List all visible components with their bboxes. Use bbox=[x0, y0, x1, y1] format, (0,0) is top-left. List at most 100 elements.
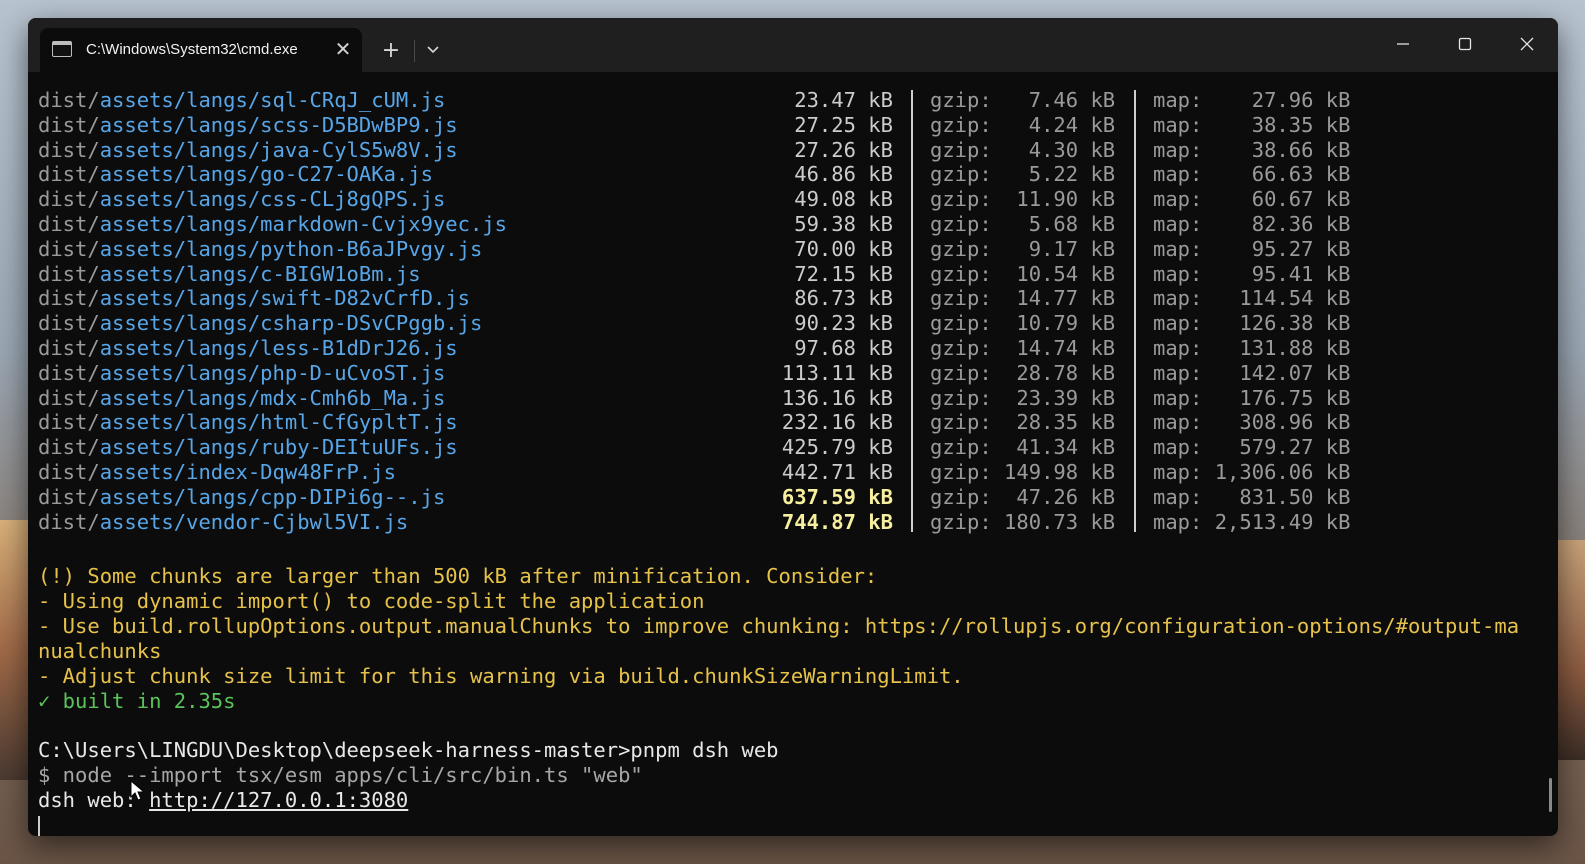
build-output-row: dist/assets/langs/go-C27-OAKa.js bbox=[38, 162, 433, 187]
console-output[interactable]: dist/assets/langs/sql-CRqJ_cUM.js 23.47 k… bbox=[38, 78, 1548, 836]
mouse-pointer-icon bbox=[130, 780, 146, 801]
build-output-row: dist/assets/vendor-Cjbwl5VI.js bbox=[38, 510, 408, 535]
map-size: map: 579.27 kB bbox=[1153, 435, 1351, 460]
server-line: dsh web: http://127.0.0.1:3080 bbox=[38, 788, 408, 813]
gzip-size: gzip: 180.73 kB bbox=[930, 509, 1116, 534]
map-size: map: 95.41 kB bbox=[1153, 261, 1351, 286]
map-size: map: 126.38 kB bbox=[1153, 311, 1351, 336]
asset-size: 86.73 kB bbox=[794, 286, 893, 311]
map-size: map: 66.63 kB bbox=[1153, 162, 1351, 187]
gzip-size: gzip: 4.30 kB bbox=[930, 137, 1116, 162]
chevron-down-icon[interactable] bbox=[420, 36, 446, 62]
asset-filename: assets/langs/csharp-DSvCPggb.js bbox=[99, 311, 483, 336]
build-output-row: dist/assets/langs/scss-D5BDwBP9.js bbox=[38, 113, 458, 138]
asset-size: 136.16 kB bbox=[781, 385, 893, 410]
dist-prefix: dist/ bbox=[38, 460, 100, 484]
map-size: map: 60.67 kB bbox=[1153, 187, 1351, 212]
dist-prefix: dist/ bbox=[38, 410, 100, 435]
gzip-size: gzip: 4.24 kB bbox=[930, 112, 1116, 137]
desktop-wallpaper-right bbox=[1557, 540, 1585, 760]
dist-prefix: dist/ bbox=[38, 212, 100, 236]
asset-size: 46.86 kB bbox=[794, 162, 893, 187]
map-size: map: 142.07 kB bbox=[1153, 360, 1351, 385]
asset-filename: assets/langs/php-D-uCvoST.js bbox=[99, 360, 446, 385]
gzip-size: gzip: 14.74 kB bbox=[930, 336, 1116, 360]
node-command-line: $ node --import tsx/esm apps/cli/src/bin… bbox=[38, 763, 643, 787]
asset-size: 113.11 kB bbox=[781, 360, 893, 385]
asset-filename: assets/langs/mdx-Cmh6b_Ma.js bbox=[99, 385, 446, 410]
map-size: map: 2,513.49 kB bbox=[1153, 509, 1351, 534]
tab-divider bbox=[414, 40, 415, 62]
title-bar[interactable]: C:\Windows\System32\cmd.exe ✕ + bbox=[28, 18, 1558, 72]
asset-size: 97.68 kB bbox=[794, 336, 893, 360]
asset-filename: assets/langs/sql-CRqJ_cUM.js bbox=[99, 88, 446, 112]
build-output-row: dist/assets/langs/html-CfGypltT.js bbox=[38, 410, 458, 435]
asset-size: 59.38 kB bbox=[794, 212, 893, 236]
scrollbar-thumb[interactable] bbox=[1549, 778, 1552, 812]
map-size: map: 831.50 kB bbox=[1153, 484, 1351, 509]
map-size: map: 1,306.06 kB bbox=[1153, 460, 1351, 484]
map-size: map: 131.88 kB bbox=[1153, 336, 1351, 360]
build-output-row: dist/assets/langs/java-CylS5w8V.js bbox=[38, 138, 458, 163]
map-size: map: 82.36 kB bbox=[1153, 212, 1351, 236]
tab-title: C:\Windows\System32\cmd.exe bbox=[86, 41, 298, 58]
map-size: map: 95.27 kB bbox=[1153, 236, 1351, 261]
asset-filename: assets/vendor-Cjbwl5VI.js bbox=[99, 509, 409, 534]
gzip-size: gzip: 23.39 kB bbox=[930, 385, 1116, 410]
dist-prefix: dist/ bbox=[38, 336, 100, 360]
asset-filename: assets/langs/html-CfGypltT.js bbox=[99, 410, 458, 435]
dist-prefix: dist/ bbox=[38, 435, 100, 460]
asset-size: 425.79 kB bbox=[781, 435, 893, 460]
gzip-size: gzip: 14.77 kB bbox=[930, 286, 1116, 311]
minimize-button[interactable] bbox=[1380, 28, 1426, 62]
asset-size: 23.47 kB bbox=[794, 88, 893, 112]
asset-filename: assets/langs/markdown-Cvjx9yec.js bbox=[99, 212, 508, 236]
gzip-size: gzip: 11.90 kB bbox=[930, 187, 1116, 212]
dist-prefix: dist/ bbox=[38, 137, 100, 162]
dist-prefix: dist/ bbox=[38, 509, 100, 534]
dist-prefix: dist/ bbox=[38, 236, 100, 261]
dist-prefix: dist/ bbox=[38, 112, 100, 137]
command-prompt: C:\Users\LINGDU\Desktop\deepseek-harness… bbox=[38, 738, 779, 762]
asset-filename: assets/langs/python-B6aJPvgy.js bbox=[99, 236, 483, 261]
maximize-button[interactable] bbox=[1442, 28, 1488, 62]
asset-filename: assets/langs/swift-D82vCrfD.js bbox=[99, 286, 470, 311]
dist-prefix: dist/ bbox=[38, 484, 100, 509]
asset-size: 70.00 kB bbox=[794, 236, 893, 261]
terminal-window: C:\Windows\System32\cmd.exe ✕ + dist/ass… bbox=[28, 18, 1558, 836]
warning-line: - Using dynamic import() to code-split t… bbox=[38, 589, 705, 613]
column-separator bbox=[1134, 90, 1136, 533]
asset-filename: assets/langs/css-CLj8gQPS.js bbox=[99, 187, 446, 212]
gzip-size: gzip: 28.78 kB bbox=[930, 360, 1116, 385]
asset-filename: assets/langs/java-CylS5w8V.js bbox=[99, 137, 458, 162]
server-url-link[interactable]: http://127.0.0.1:3080 bbox=[149, 788, 408, 812]
window-close-button[interactable] bbox=[1504, 28, 1550, 62]
new-tab-button[interactable]: + bbox=[378, 38, 404, 64]
dist-prefix: dist/ bbox=[38, 187, 100, 212]
gzip-size: gzip: 5.22 kB bbox=[930, 162, 1116, 187]
build-output-row: dist/assets/langs/csharp-DSvCPggb.js bbox=[38, 311, 482, 336]
asset-size: 27.26 kB bbox=[794, 137, 893, 162]
dist-prefix: dist/ bbox=[38, 311, 100, 336]
asset-size: 637.59 kB bbox=[781, 484, 893, 509]
asset-filename: assets/langs/less-B1dDrJ26.js bbox=[99, 336, 458, 360]
terminal-tab[interactable]: C:\Windows\System32\cmd.exe ✕ bbox=[40, 28, 362, 72]
dist-prefix: dist/ bbox=[38, 88, 100, 112]
build-output-row: dist/assets/index-Dqw48FrP.js bbox=[38, 460, 396, 485]
asset-size: 27.25 kB bbox=[794, 112, 893, 137]
close-icon[interactable]: ✕ bbox=[330, 36, 356, 62]
build-output-row: dist/assets/langs/ruby-DEItuUFs.js bbox=[38, 435, 458, 460]
map-size: map: 38.35 kB bbox=[1153, 112, 1351, 137]
build-output-row: dist/assets/langs/swift-D82vCrfD.js bbox=[38, 286, 470, 311]
gzip-size: gzip: 5.68 kB bbox=[930, 212, 1116, 236]
asset-size: 442.71 kB bbox=[781, 460, 893, 484]
warning-line: - Adjust chunk size limit for this warni… bbox=[38, 664, 964, 688]
gzip-size: gzip: 7.46 kB bbox=[930, 88, 1116, 112]
dist-prefix: dist/ bbox=[38, 360, 100, 385]
map-size: map: 114.54 kB bbox=[1153, 286, 1351, 311]
asset-filename: assets/langs/cpp-DIPi6g--.js bbox=[99, 484, 446, 509]
asset-size: 90.23 kB bbox=[794, 311, 893, 336]
cmd-icon bbox=[52, 41, 72, 57]
build-output-row: dist/assets/langs/php-D-uCvoST.js bbox=[38, 361, 445, 386]
build-output-row: dist/assets/langs/sql-CRqJ_cUM.js bbox=[38, 88, 445, 113]
